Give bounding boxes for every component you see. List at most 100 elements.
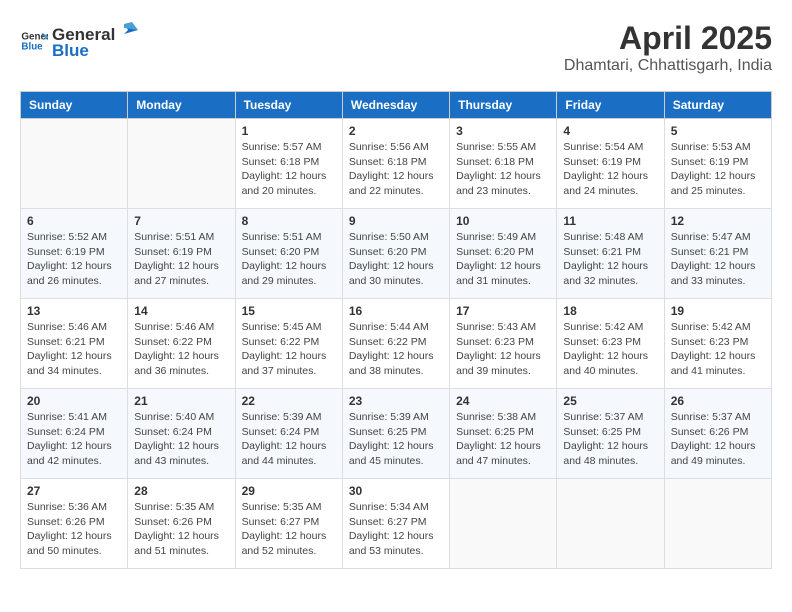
calendar-cell: 9 Sunrise: 5:50 AM Sunset: 6:20 PM Daylig…: [342, 209, 449, 299]
day-number: 19: [671, 304, 765, 318]
day-info: Sunrise: 5:40 AM Sunset: 6:24 PM Dayligh…: [134, 410, 228, 469]
logo-bird-icon: [116, 20, 138, 40]
day-number: 6: [27, 214, 121, 228]
calendar-week-3: 13Sunrise: 5:46 AM Sunset: 6:21 PM Dayli…: [21, 299, 772, 389]
day-number: 30: [349, 484, 443, 498]
calendar-cell: 22 Sunrise: 5:39 AM Sunset: 6:24 PM Dayli…: [235, 389, 342, 479]
day-info: Sunrise: 5:35 AM Sunset: 6:26 PM Dayligh…: [134, 500, 228, 559]
day-info: Sunrise: 5:34 AM Sunset: 6:27 PM Dayligh…: [349, 500, 443, 559]
calendar-table: SundayMondayTuesdayWednesdayThursdayFrid…: [20, 91, 772, 569]
calendar-cell: 14 Sunrise: 5:46 AM Sunset: 6:22 PM Dayli…: [128, 299, 235, 389]
calendar-cell: 24 Sunrise: 5:38 AM Sunset: 6:25 PM Dayli…: [450, 389, 557, 479]
day-info: Sunrise: 5:55 AM Sunset: 6:18 PM Dayligh…: [456, 140, 550, 199]
day-info: Sunrise: 5:50 AM Sunset: 6:20 PM Dayligh…: [349, 230, 443, 289]
calendar-cell: 8 Sunrise: 5:51 AM Sunset: 6:20 PM Daylig…: [235, 209, 342, 299]
day-info: Sunrise: 5:42 AM Sunset: 6:23 PM Dayligh…: [671, 320, 765, 379]
calendar-cell: 3 Sunrise: 5:55 AM Sunset: 6:18 PM Daylig…: [450, 119, 557, 209]
calendar-cell: 30 Sunrise: 5:34 AM Sunset: 6:27 PM Dayli…: [342, 479, 449, 569]
calendar-header-row: SundayMondayTuesdayWednesdayThursdayFrid…: [21, 92, 772, 119]
day-number: 24: [456, 394, 550, 408]
day-info: Sunrise: 5:35 AM Sunset: 6:27 PM Dayligh…: [242, 500, 336, 559]
day-number: 22: [242, 394, 336, 408]
day-info: Sunrise: 5:43 AM Sunset: 6:23 PM Dayligh…: [456, 320, 550, 379]
day-number: 23: [349, 394, 443, 408]
day-info: Sunrise: 5:46 AM Sunset: 6:22 PM Dayligh…: [134, 320, 228, 379]
calendar-cell: 29Sunrise: 5:35 AM Sunset: 6:27 PM Dayli…: [235, 479, 342, 569]
calendar-cell: 27Sunrise: 5:36 AM Sunset: 6:26 PM Dayli…: [21, 479, 128, 569]
day-number: 16: [349, 304, 443, 318]
calendar-cell: 23 Sunrise: 5:39 AM Sunset: 6:25 PM Dayli…: [342, 389, 449, 479]
day-info: Sunrise: 5:42 AM Sunset: 6:23 PM Dayligh…: [563, 320, 657, 379]
day-info: Sunrise: 5:57 AM Sunset: 6:18 PM Dayligh…: [242, 140, 336, 199]
day-info: Sunrise: 5:46 AM Sunset: 6:21 PM Dayligh…: [27, 320, 121, 379]
day-info: Sunrise: 5:37 AM Sunset: 6:25 PM Dayligh…: [563, 410, 657, 469]
day-number: 17: [456, 304, 550, 318]
day-number: 18: [563, 304, 657, 318]
day-info: Sunrise: 5:44 AM Sunset: 6:22 PM Dayligh…: [349, 320, 443, 379]
day-info: Sunrise: 5:54 AM Sunset: 6:19 PM Dayligh…: [563, 140, 657, 199]
calendar-week-1: 1 Sunrise: 5:57 AM Sunset: 6:18 PM Daylig…: [21, 119, 772, 209]
header-tuesday: Tuesday: [235, 92, 342, 119]
day-number: 14: [134, 304, 228, 318]
calendar-cell: 21Sunrise: 5:40 AM Sunset: 6:24 PM Dayli…: [128, 389, 235, 479]
calendar-cell: 12Sunrise: 5:47 AM Sunset: 6:21 PM Dayli…: [664, 209, 771, 299]
header-monday: Monday: [128, 92, 235, 119]
page-header: General Blue General Blue April 2025 Dha…: [20, 20, 772, 75]
calendar-cell: 20 Sunrise: 5:41 AM Sunset: 6:24 PM Dayli…: [21, 389, 128, 479]
calendar-cell: 5Sunrise: 5:53 AM Sunset: 6:19 PM Daylig…: [664, 119, 771, 209]
day-info: Sunrise: 5:51 AM Sunset: 6:19 PM Dayligh…: [134, 230, 228, 289]
calendar-cell: [664, 479, 771, 569]
day-info: Sunrise: 5:39 AM Sunset: 6:25 PM Dayligh…: [349, 410, 443, 469]
day-info: Sunrise: 5:36 AM Sunset: 6:26 PM Dayligh…: [27, 500, 121, 559]
day-info: Sunrise: 5:38 AM Sunset: 6:25 PM Dayligh…: [456, 410, 550, 469]
day-number: 8: [242, 214, 336, 228]
calendar-cell: [557, 479, 664, 569]
day-number: 11: [563, 214, 657, 228]
day-number: 2: [349, 124, 443, 138]
calendar-week-4: 20 Sunrise: 5:41 AM Sunset: 6:24 PM Dayli…: [21, 389, 772, 479]
day-number: 15: [242, 304, 336, 318]
day-info: Sunrise: 5:56 AM Sunset: 6:18 PM Dayligh…: [349, 140, 443, 199]
day-info: Sunrise: 5:37 AM Sunset: 6:26 PM Dayligh…: [671, 410, 765, 469]
main-title: April 2025: [564, 20, 772, 57]
logo-icon: General Blue: [20, 27, 48, 55]
calendar-week-2: 6 Sunrise: 5:52 AM Sunset: 6:19 PM Daylig…: [21, 209, 772, 299]
day-info: Sunrise: 5:51 AM Sunset: 6:20 PM Dayligh…: [242, 230, 336, 289]
svg-text:Blue: Blue: [21, 41, 43, 52]
calendar-cell: 11 Sunrise: 5:48 AM Sunset: 6:21 PM Dayli…: [557, 209, 664, 299]
day-number: 3: [456, 124, 550, 138]
calendar-cell: [21, 119, 128, 209]
day-info: Sunrise: 5:48 AM Sunset: 6:21 PM Dayligh…: [563, 230, 657, 289]
day-info: Sunrise: 5:52 AM Sunset: 6:19 PM Dayligh…: [27, 230, 121, 289]
day-info: Sunrise: 5:39 AM Sunset: 6:24 PM Dayligh…: [242, 410, 336, 469]
calendar-cell: [128, 119, 235, 209]
calendar-cell: 19 Sunrise: 5:42 AM Sunset: 6:23 PM Dayli…: [664, 299, 771, 389]
day-number: 1: [242, 124, 336, 138]
day-number: 9: [349, 214, 443, 228]
day-number: 25: [563, 394, 657, 408]
title-area: April 2025 Dhamtari, Chhattisgarh, India: [564, 20, 772, 75]
calendar-cell: 28 Sunrise: 5:35 AM Sunset: 6:26 PM Dayli…: [128, 479, 235, 569]
header-wednesday: Wednesday: [342, 92, 449, 119]
calendar-cell: 16 Sunrise: 5:44 AM Sunset: 6:22 PM Dayli…: [342, 299, 449, 389]
day-info: Sunrise: 5:47 AM Sunset: 6:21 PM Dayligh…: [671, 230, 765, 289]
day-number: 4: [563, 124, 657, 138]
calendar-cell: 13Sunrise: 5:46 AM Sunset: 6:21 PM Dayli…: [21, 299, 128, 389]
day-info: Sunrise: 5:49 AM Sunset: 6:20 PM Dayligh…: [456, 230, 550, 289]
day-number: 10: [456, 214, 550, 228]
day-number: 20: [27, 394, 121, 408]
header-thursday: Thursday: [450, 92, 557, 119]
day-number: 7: [134, 214, 228, 228]
logo: General Blue General Blue: [20, 20, 139, 61]
calendar-cell: 15 Sunrise: 5:45 AM Sunset: 6:22 PM Dayli…: [235, 299, 342, 389]
calendar-cell: 26Sunrise: 5:37 AM Sunset: 6:26 PM Dayli…: [664, 389, 771, 479]
calendar-cell: 25 Sunrise: 5:37 AM Sunset: 6:25 PM Dayli…: [557, 389, 664, 479]
day-info: Sunrise: 5:41 AM Sunset: 6:24 PM Dayligh…: [27, 410, 121, 469]
header-saturday: Saturday: [664, 92, 771, 119]
calendar-cell: 4 Sunrise: 5:54 AM Sunset: 6:19 PM Daylig…: [557, 119, 664, 209]
calendar-week-5: 27Sunrise: 5:36 AM Sunset: 6:26 PM Dayli…: [21, 479, 772, 569]
day-number: 28: [134, 484, 228, 498]
calendar-cell: 2 Sunrise: 5:56 AM Sunset: 6:18 PM Daylig…: [342, 119, 449, 209]
day-info: Sunrise: 5:45 AM Sunset: 6:22 PM Dayligh…: [242, 320, 336, 379]
calendar-cell: 17 Sunrise: 5:43 AM Sunset: 6:23 PM Dayli…: [450, 299, 557, 389]
